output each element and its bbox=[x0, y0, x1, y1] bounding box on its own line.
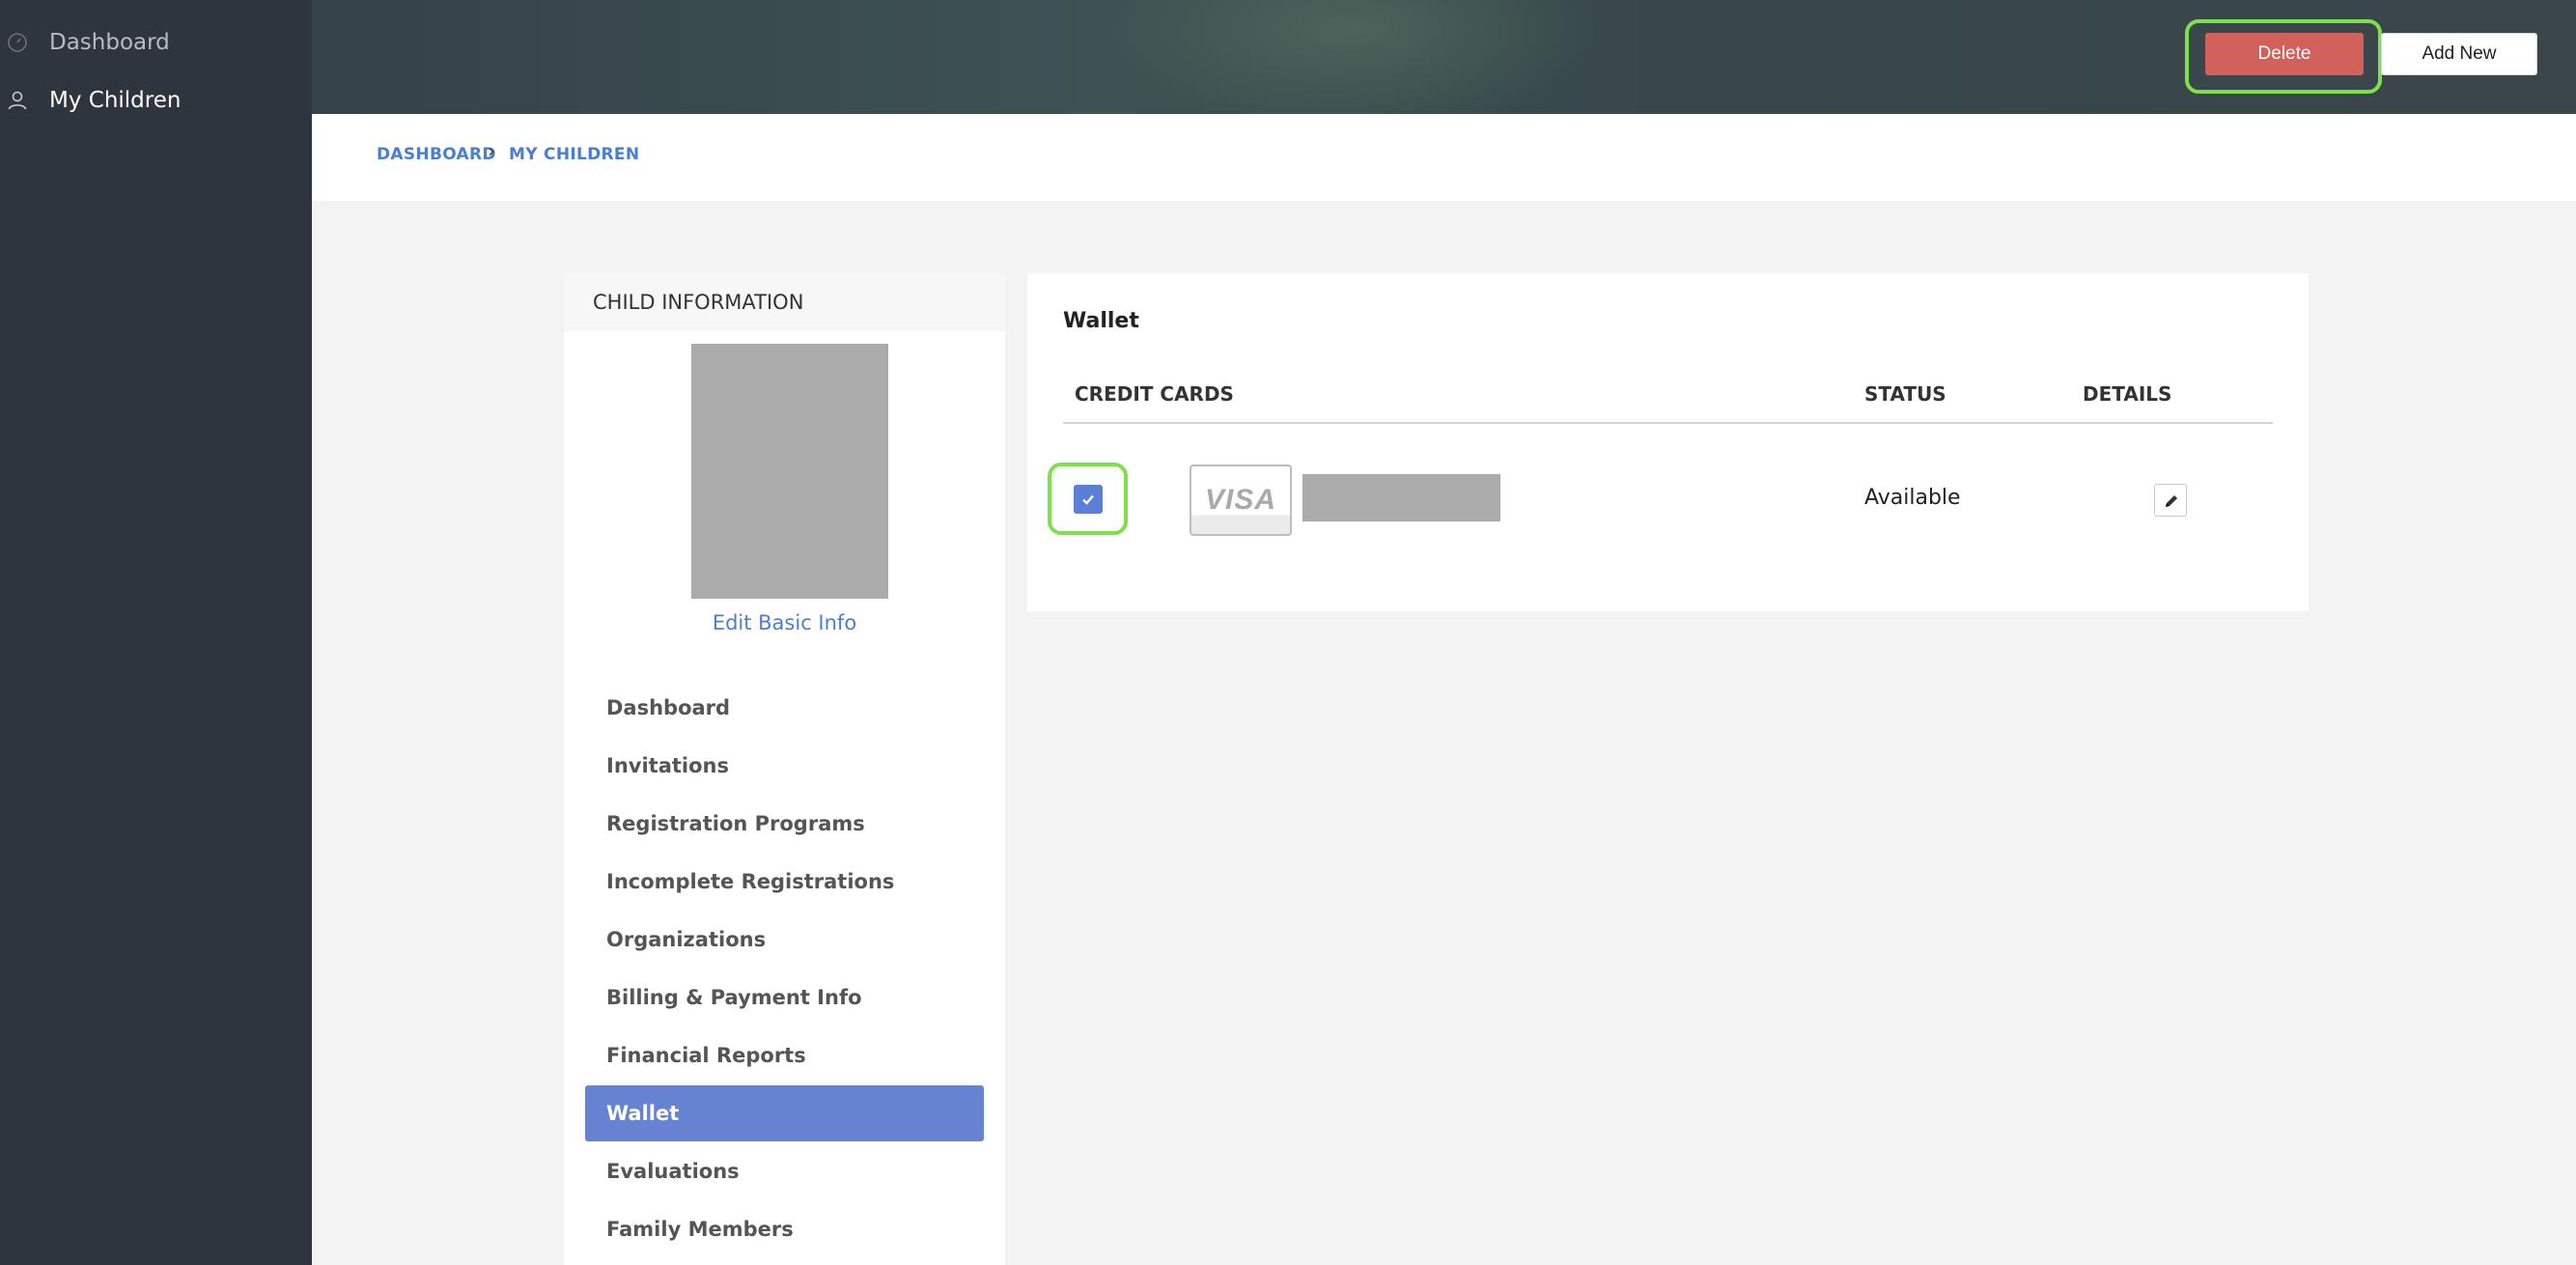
side-menu-evaluations[interactable]: Evaluations bbox=[585, 1143, 984, 1199]
card-brand: VISA bbox=[1204, 484, 1277, 516]
app-nav-label: Dashboard bbox=[49, 30, 170, 55]
panel-header: CHILD INFORMATION bbox=[564, 273, 1005, 331]
wallet-card bbox=[1027, 273, 2309, 611]
side-menu-label: Organizations bbox=[606, 928, 767, 951]
delete-button[interactable]: Delete bbox=[2205, 33, 2364, 75]
card-status: Available bbox=[1864, 486, 1961, 510]
breadcrumb-dashboard[interactable]: DASHBOARD bbox=[377, 145, 496, 164]
edit-card-button[interactable] bbox=[2154, 484, 2187, 517]
app-nav-label: My Children bbox=[49, 88, 182, 113]
card-number-redacted bbox=[1302, 474, 1500, 521]
add-new-button[interactable]: Add New bbox=[2381, 33, 2537, 75]
column-header-details: DETAILS bbox=[2083, 382, 2172, 406]
side-menu-label: Billing & Payment Info bbox=[606, 986, 862, 1009]
panel-title: CHILD INFORMATION bbox=[593, 291, 804, 314]
checkmark-icon bbox=[1082, 494, 1094, 505]
table-divider bbox=[1063, 422, 2273, 424]
app-nav-dashboard[interactable]: Dashboard bbox=[0, 17, 312, 68]
pencil-icon bbox=[2166, 495, 2177, 507]
side-menu-label: Incomplete Registrations bbox=[606, 870, 895, 893]
user-icon bbox=[8, 91, 27, 110]
app-sidebar: Dashboard My Children bbox=[0, 0, 312, 1265]
side-menu-label: Registration Programs bbox=[606, 812, 865, 835]
chevron-right-icon: › bbox=[488, 139, 495, 162]
side-menu-registration-programs[interactable]: Registration Programs bbox=[585, 796, 984, 852]
side-menu-label: Evaluations bbox=[606, 1160, 740, 1183]
edit-basic-info-link[interactable]: Edit Basic Info bbox=[564, 611, 1005, 634]
breadcrumb-my-children[interactable]: MY CHILDREN bbox=[509, 145, 639, 164]
app-nav-my-children[interactable]: My Children bbox=[0, 75, 312, 126]
card-select-checkbox[interactable] bbox=[1074, 485, 1103, 514]
side-menu-incomplete-registrations[interactable]: Incomplete Registrations bbox=[585, 854, 984, 910]
side-menu-label: Dashboard bbox=[606, 696, 731, 719]
side-menu-label: Financial Reports bbox=[606, 1044, 806, 1067]
side-menu-invitations[interactable]: Invitations bbox=[585, 738, 984, 794]
visa-card-logo: VISA bbox=[1190, 464, 1292, 536]
column-header-credit-cards: CREDIT CARDS bbox=[1075, 382, 1234, 406]
side-menu-family-members[interactable]: Family Members bbox=[585, 1201, 984, 1257]
side-menu-dashboard[interactable]: Dashboard bbox=[585, 680, 984, 736]
breadcrumb bbox=[312, 114, 2576, 201]
side-menu-financial-reports[interactable]: Financial Reports bbox=[585, 1027, 984, 1083]
side-menu-label: Family Members bbox=[606, 1218, 794, 1241]
side-menu-label: Wallet bbox=[606, 1102, 680, 1125]
side-menu-wallet[interactable]: Wallet bbox=[585, 1085, 984, 1141]
side-menu-label: Invitations bbox=[606, 754, 729, 777]
wallet-title: Wallet bbox=[1063, 309, 1139, 333]
side-menu-billing-payment-info[interactable]: Billing & Payment Info bbox=[585, 970, 984, 1026]
child-photo bbox=[691, 344, 888, 599]
column-header-status: STATUS bbox=[1864, 382, 1946, 406]
side-menu-organizations[interactable]: Organizations bbox=[585, 912, 984, 968]
gauge-icon bbox=[8, 33, 27, 52]
banner-background bbox=[1104, 0, 1606, 114]
